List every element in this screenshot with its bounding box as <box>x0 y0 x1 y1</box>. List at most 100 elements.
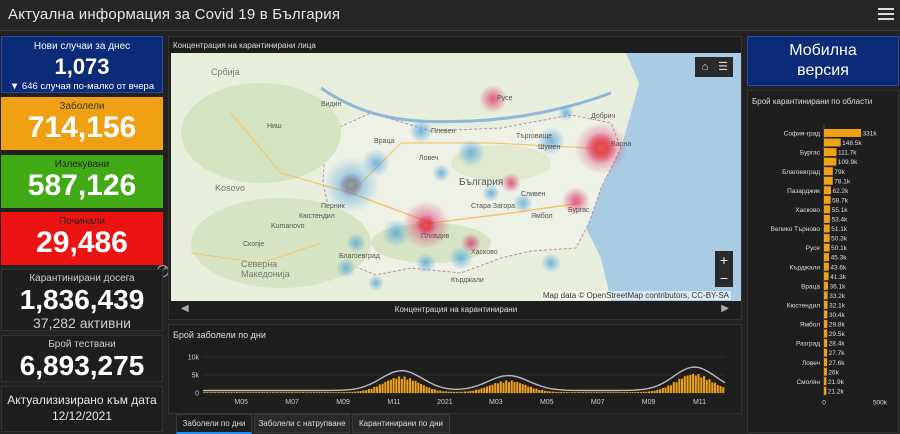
region-bar <box>824 300 828 309</box>
region-bar <box>824 310 828 319</box>
region-bar <box>824 348 828 357</box>
daily-bar <box>277 392 280 393</box>
list-icon[interactable]: ☰ <box>716 60 730 74</box>
daily-bar <box>376 386 379 393</box>
daily-ytick: 5k <box>192 373 200 380</box>
daily-bar <box>516 381 519 393</box>
region-value-label: 111.7k <box>838 150 857 157</box>
region-bar <box>824 167 833 176</box>
daily-xtick: 2021 <box>437 399 453 406</box>
daily-bar <box>362 390 365 393</box>
region-bar <box>824 320 828 328</box>
daily-bar <box>474 389 478 393</box>
daily-bar <box>411 380 414 393</box>
tested-label: Брой тествани <box>48 339 116 350</box>
daily-bar <box>315 392 318 393</box>
daily-bar <box>477 389 480 393</box>
new-cases-value: 1,073 <box>54 54 110 79</box>
region-bar <box>824 329 828 338</box>
city-dobrich: Добрич <box>591 113 616 120</box>
region-category-label: Кюстендил <box>787 302 820 309</box>
tab-daily-cases[interactable]: Заболели по дни <box>176 414 252 434</box>
daily-bar <box>274 392 277 393</box>
daily-average-line <box>203 366 726 392</box>
quarantined-label: Карантинирани досега <box>29 273 135 284</box>
daily-bar <box>606 392 609 393</box>
daily-bar <box>450 391 453 393</box>
mobile-version-button[interactable]: Мобилна версия <box>747 36 899 86</box>
region-bar <box>824 176 833 185</box>
daily-bar <box>417 382 420 393</box>
region-category-label: Русе <box>806 245 821 252</box>
region-value-label: 45.3k <box>831 255 848 262</box>
daily-bar <box>518 383 522 393</box>
daily-bar <box>238 392 241 393</box>
daily-bar <box>453 391 456 393</box>
daily-bar <box>705 380 708 393</box>
daily-bar <box>323 392 326 393</box>
daily-xtick: M07 <box>285 399 299 406</box>
daily-bar <box>246 392 250 393</box>
daily-bar <box>560 391 563 393</box>
daily-bar <box>505 380 508 393</box>
tab-quarantined-daily[interactable]: Карантинирани по дни <box>352 414 450 433</box>
home-icon[interactable]: ⌂ <box>698 60 712 74</box>
daily-bar <box>348 391 351 393</box>
daily-xtick: M03 <box>489 399 503 406</box>
daily-bar <box>367 388 370 393</box>
daily-bar <box>205 392 208 393</box>
daily-bar <box>370 388 373 393</box>
zoom-out-button[interactable]: − <box>715 269 733 287</box>
label-bulgaria: България <box>459 177 504 188</box>
daily-bar <box>551 391 554 393</box>
cured-card: Излекувани 587,126 <box>1 155 163 208</box>
daily-bar <box>373 386 376 393</box>
daily-bar <box>543 390 546 393</box>
daily-bar <box>678 378 681 393</box>
daily-bar <box>224 392 228 393</box>
nav-next-icon[interactable]: ▶ <box>721 303 729 314</box>
hamburger-menu-icon[interactable] <box>878 5 894 21</box>
city-kumanovo: Kumanovo <box>271 223 305 230</box>
zoom-in-button[interactable]: + <box>715 251 733 269</box>
daily-bar <box>345 392 348 393</box>
tab-cumulative[interactable]: Заболели с натрупване <box>254 414 350 433</box>
daily-bar <box>488 385 491 393</box>
daily-bar <box>535 388 538 393</box>
daily-xtick: M09 <box>336 399 350 406</box>
daily-bar <box>307 392 310 393</box>
daily-bar <box>554 391 557 393</box>
daily-bar <box>249 392 252 393</box>
region-bar <box>824 358 828 367</box>
page-title: Актуална информация за Covid 19 в Българ… <box>8 6 341 23</box>
region-value-label: 21.9k <box>828 379 845 386</box>
region-bar <box>824 262 829 271</box>
daily-bar <box>321 392 324 393</box>
region-bar <box>824 224 830 233</box>
daily-bar <box>400 378 403 393</box>
daily-bar <box>598 392 601 393</box>
region-category-label: Враца <box>801 283 820 290</box>
daily-bar <box>466 391 469 393</box>
daily-bar <box>510 380 513 393</box>
daily-bar <box>290 392 293 393</box>
daily-bar <box>442 391 445 393</box>
daily-bar <box>337 392 340 393</box>
daily-bar <box>299 392 302 393</box>
regions-panel: 331k София-град 148.5k 111.7k Бургас 109.9k 79… <box>747 90 899 433</box>
daily-bar <box>483 387 486 393</box>
daily-bar <box>521 384 524 393</box>
daily-bar <box>645 391 648 393</box>
mobile-line1: Мобилна <box>789 42 857 59</box>
daily-bar <box>631 392 634 393</box>
region-value-label: 33.2k <box>829 293 846 300</box>
zoom-controls: + − <box>715 251 733 287</box>
daily-bar <box>708 379 711 393</box>
sick-value: 714,156 <box>27 111 137 144</box>
daily-bar <box>590 392 593 393</box>
heatmap-map[interactable]: Србија Kosovo Северна Македонија Българи… <box>171 53 741 301</box>
region-value-label: 27.7k <box>829 350 846 357</box>
region-bar <box>824 205 831 214</box>
region-category-label: Ямбол <box>800 321 820 329</box>
daily-bar <box>304 392 307 393</box>
